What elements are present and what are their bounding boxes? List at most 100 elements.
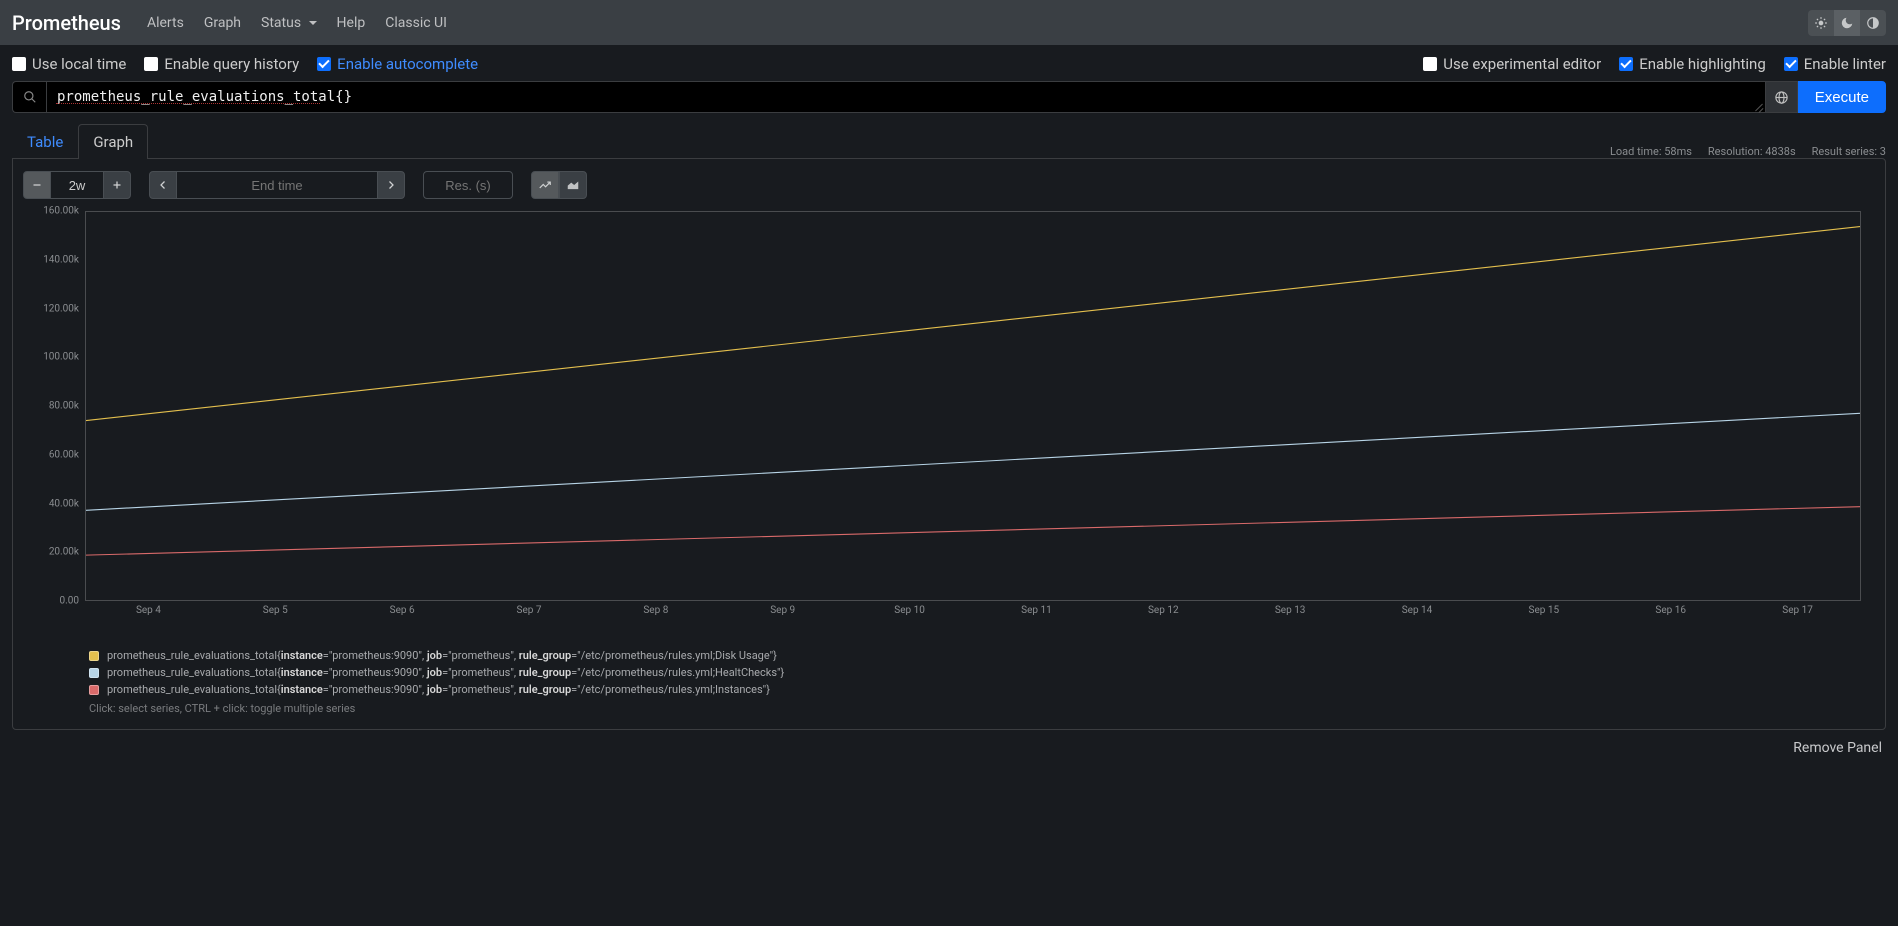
x-tick-label: Sep 11 (1021, 605, 1052, 616)
range-group (23, 171, 131, 199)
minus-icon (31, 179, 43, 191)
option-enable-linter[interactable]: Enable linter (1784, 55, 1886, 73)
nav-graph[interactable]: Graph (194, 15, 251, 31)
query-row: Execute (0, 81, 1898, 113)
option-label: Enable linter (1804, 55, 1886, 73)
option-enable-autocomplete[interactable]: Enable autocomplete (317, 55, 478, 73)
execute-button[interactable]: Execute (1798, 81, 1886, 113)
endtime-next-button[interactable] (377, 171, 405, 199)
option-enable-query-history[interactable]: Enable query history (144, 55, 299, 73)
tab-table[interactable]: Table (12, 124, 78, 159)
option-enable-highlighting[interactable]: Enable highlighting (1619, 55, 1766, 73)
x-tick-label: Sep 13 (1275, 605, 1306, 616)
resolution-input[interactable] (423, 171, 513, 199)
option-use-local-time[interactable]: Use local time (12, 55, 126, 73)
range-input[interactable] (51, 171, 103, 199)
line-chart-icon (538, 178, 552, 192)
y-tick-label: 80.00k (49, 401, 79, 412)
option-use-experimental-editor[interactable]: Use experimental editor (1423, 55, 1601, 73)
x-axis: Sep 4Sep 5Sep 6Sep 7Sep 8Sep 9Sep 10Sep … (85, 605, 1861, 619)
tab-graph[interactable]: Graph (78, 124, 148, 159)
resize-handle[interactable] (1754, 101, 1764, 111)
x-tick-label: Sep 12 (1148, 605, 1179, 616)
y-tick-label: 40.00k (49, 498, 79, 509)
nav-status[interactable]: Status (251, 15, 327, 31)
chart-type-line-button[interactable] (531, 171, 559, 199)
graph-panel: 0.0020.00k40.00k60.00k80.00k100.00k120.0… (12, 158, 1886, 730)
checkbox-icon (1619, 57, 1633, 71)
open-external-button[interactable] (1766, 81, 1798, 113)
y-axis: 0.0020.00k40.00k60.00k80.00k100.00k120.0… (23, 209, 85, 619)
chart-series-line (86, 413, 1860, 510)
lint-underline (56, 103, 320, 104)
remove-panel-button[interactable]: Remove Panel (1793, 740, 1882, 756)
plot-area[interactable] (85, 209, 1875, 619)
x-tick-label: Sep 10 (894, 605, 925, 616)
navbar: Prometheus Alerts Graph Status Help Clas… (0, 0, 1898, 45)
y-tick-label: 160.00k (43, 206, 79, 217)
x-tick-label: Sep 8 (643, 605, 668, 616)
checkbox-icon (12, 57, 26, 71)
sun-icon (1814, 16, 1828, 30)
theme-auto-button[interactable] (1860, 10, 1886, 36)
options-bar: Use local time Enable query history Enable… (0, 45, 1898, 81)
legend-hint: Click: select series, CTRL + click: togg… (23, 702, 1875, 715)
legend-label: prometheus_rule_evaluations_total{instan… (107, 649, 777, 662)
nav-alerts[interactable]: Alerts (137, 15, 194, 31)
nav-classic[interactable]: Classic UI (375, 15, 457, 31)
legend-swatch (89, 651, 99, 661)
y-tick-label: 0.00 (60, 596, 80, 607)
globe-icon (1774, 90, 1789, 105)
x-tick-label: Sep 16 (1655, 605, 1686, 616)
option-label: Enable highlighting (1639, 55, 1766, 73)
checkbox-icon (1423, 57, 1437, 71)
option-label: Use experimental editor (1443, 55, 1601, 73)
chart-series-line (86, 227, 1860, 421)
checkbox-icon (144, 57, 158, 71)
contrast-icon (1866, 16, 1880, 30)
x-tick-label: Sep 7 (517, 605, 542, 616)
checkbox-icon (1784, 57, 1798, 71)
legend-item[interactable]: prometheus_rule_evaluations_total{instan… (89, 683, 1875, 696)
option-label: Use local time (32, 55, 126, 73)
stat-resolution: Resolution: 4838s (1708, 145, 1796, 158)
nav-status-label: Status (261, 15, 301, 31)
y-tick-label: 100.00k (43, 352, 79, 363)
nav-help[interactable]: Help (327, 15, 376, 31)
search-icon (23, 90, 37, 104)
chart-type-group (531, 171, 587, 199)
caret-down-icon (309, 21, 317, 25)
theme-dark-button[interactable] (1834, 10, 1860, 36)
y-tick-label: 60.00k (49, 449, 79, 460)
legend-swatch (89, 668, 99, 678)
theme-light-button[interactable] (1808, 10, 1834, 36)
metrics-explorer-button[interactable] (12, 81, 46, 113)
x-tick-label: Sep 4 (136, 605, 161, 616)
chevron-right-icon (385, 179, 397, 191)
expression-input[interactable] (46, 81, 1766, 113)
endtime-group (149, 171, 405, 199)
legend: prometheus_rule_evaluations_total{instan… (23, 649, 1875, 696)
x-tick-label: Sep 5 (263, 605, 288, 616)
y-tick-label: 20.00k (49, 547, 79, 558)
graph-controls (23, 171, 1875, 199)
legend-item[interactable]: prometheus_rule_evaluations_total{instan… (89, 649, 1875, 662)
endtime-prev-button[interactable] (149, 171, 177, 199)
stat-loadtime: Load time: 58ms (1610, 145, 1692, 158)
legend-label: prometheus_rule_evaluations_total{instan… (107, 683, 770, 696)
x-tick-label: Sep 17 (1782, 605, 1813, 616)
checkbox-icon (317, 57, 331, 71)
x-tick-label: Sep 6 (390, 605, 415, 616)
theme-switcher (1808, 10, 1886, 36)
chart-type-stacked-button[interactable] (559, 171, 587, 199)
legend-item[interactable]: prometheus_rule_evaluations_total{instan… (89, 666, 1875, 679)
range-decrease-button[interactable] (23, 171, 51, 199)
y-tick-label: 140.00k (43, 254, 79, 265)
result-tabs: Table Graph (12, 123, 148, 158)
endtime-input[interactable] (177, 171, 377, 199)
brand[interactable]: Prometheus (12, 11, 121, 35)
option-label: Enable autocomplete (337, 55, 478, 73)
x-tick-label: Sep 15 (1529, 605, 1560, 616)
legend-swatch (89, 685, 99, 695)
range-increase-button[interactable] (103, 171, 131, 199)
